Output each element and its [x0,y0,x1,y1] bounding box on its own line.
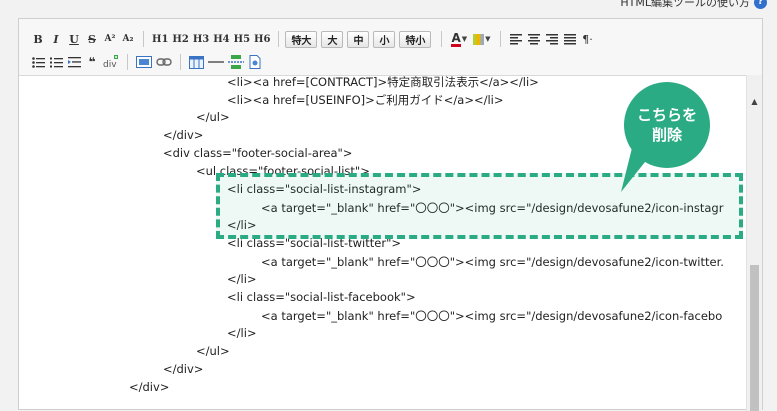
blockquote-button[interactable]: ❝ [83,53,101,71]
help-link[interactable]: HTML編集ツールの使い方 ? [620,0,767,10]
clear-format-button[interactable]: div [101,53,121,71]
font-color-button[interactable]: A ▼ [448,32,470,47]
background-color-button[interactable]: ▼ [470,33,493,45]
subscript-button[interactable]: A₂ [119,30,137,48]
toolbar-divider [180,54,181,70]
code-line: </div> [163,128,204,142]
superscript-button[interactable]: A² [101,30,119,48]
bullet-list-icon [31,56,45,68]
question-icon: ? [754,0,767,9]
delete-callout: こちらを 削除 [624,82,710,168]
insert-file-button[interactable] [246,53,264,71]
insert-image-button[interactable] [134,53,154,71]
code-line: </ul> [196,344,230,358]
align-left-icon [509,33,522,44]
indent-button[interactable] [65,53,83,71]
align-center-icon [527,33,540,44]
bold-button[interactable]: B [29,30,47,48]
size-xlarge-button[interactable]: 特大 [285,30,318,48]
horizontal-rule-icon [208,61,224,63]
color-grid-icon [473,33,485,45]
scrollbar-thumb[interactable] [750,265,759,411]
heading-h3-button[interactable]: H3 [191,30,211,48]
toolbar-row-1: B I U S A² A₂ H1 H2 H3 H4 H5 H6 特大 大 中 小… [29,29,597,49]
html-editor: B I U S A² A₂ H1 H2 H3 H4 H5 H6 特大 大 中 小… [18,18,763,411]
bullet-list-button[interactable] [29,53,47,71]
svg-text:div: div [103,60,117,69]
heading-h1-button[interactable]: H1 [150,30,170,48]
size-large-button[interactable]: 大 [321,30,344,48]
code-line: </li> [227,272,257,286]
toolbar-row-2: ❝ div [29,52,264,72]
align-right-icon [545,33,558,44]
indent-icon [67,56,81,67]
size-xsmall-button[interactable]: 特小 [399,30,432,48]
underline-button[interactable]: U [65,30,83,48]
code-line: <a target="_blank" href="〇〇〇"><img src="… [261,255,724,269]
toolbar-divider [143,31,144,47]
code-line: <a target="_blank" href="〇〇〇"><img src="… [261,309,723,323]
delete-target-highlight [216,173,743,239]
numbered-list-icon [49,57,63,67]
horizontal-rule-button[interactable] [206,53,226,71]
code-line: </li> [227,326,257,340]
page-break-icon [228,55,244,69]
image-icon [136,56,152,68]
code-line: </ul> [196,110,230,124]
heading-h4-button[interactable]: H4 [211,30,231,48]
toolbar-divider [278,31,280,47]
code-line: <li><a href=[USEINFO]>ご利用ガイド</a></li> [227,93,504,107]
font-color-icon: A [451,30,461,47]
page-break-button[interactable] [226,53,246,71]
link-icon [156,58,172,66]
heading-h6-button[interactable]: H6 [252,30,272,48]
align-left-button[interactable] [507,30,525,48]
align-center-button[interactable] [525,30,543,48]
code-line: </div> [129,380,170,394]
scroll-up-arrow-icon[interactable]: ▲ [747,97,762,106]
code-line: <li class="social-list-facebook"> [227,290,416,304]
insert-table-button[interactable] [187,53,206,71]
chevron-down-icon: ▼ [461,35,468,43]
align-right-button[interactable] [543,30,561,48]
code-line: <li><a href=[CONTRACT]>特定商取引法表示</a></li> [227,75,539,89]
callout-line-2: 削除 [651,126,682,144]
toolbar-divider [441,31,443,47]
help-link-label: HTML編集ツールの使い方 [620,0,750,9]
paragraph-button[interactable]: ¶· [579,30,597,48]
italic-button[interactable]: I [47,30,65,48]
editor-toolbar: B I U S A² A₂ H1 H2 H3 H4 H5 H6 特大 大 中 小… [19,19,762,76]
numbered-list-button[interactable] [47,53,65,71]
align-justify-button[interactable] [561,30,579,48]
toolbar-divider [127,54,128,70]
align-justify-icon [563,33,576,44]
strikethrough-button[interactable]: S [83,30,101,48]
callout-line-1: こちらを [636,106,697,124]
heading-h2-button[interactable]: H2 [170,30,190,48]
table-icon [189,55,204,69]
code-line: <div class="footer-social-area"> [163,146,353,160]
size-medium-button[interactable]: 中 [347,30,370,48]
code-line: </div> [163,362,204,376]
chevron-down-icon: ▼ [485,35,491,43]
heading-h5-button[interactable]: H5 [232,30,252,48]
vertical-scrollbar[interactable]: ▲ [746,75,762,411]
file-icon [249,55,261,69]
toolbar-divider [499,31,501,47]
size-small-button[interactable]: 小 [373,30,396,48]
clear-format-icon: div [103,55,118,69]
insert-link-button[interactable] [154,53,174,71]
